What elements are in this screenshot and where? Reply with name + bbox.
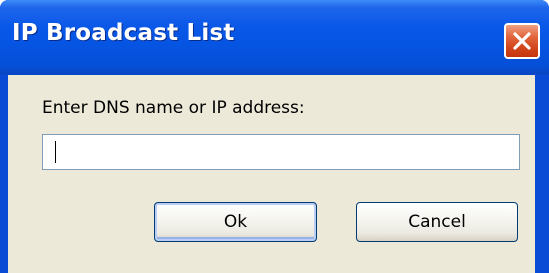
close-button[interactable] [504, 23, 540, 59]
text-caret [55, 141, 56, 163]
prompt-label: Enter DNS name or IP address: [42, 98, 305, 118]
close-x-icon [513, 32, 531, 50]
dialog-body: Enter DNS name or IP address: Ok Cancel [8, 75, 535, 273]
ok-button[interactable]: Ok [154, 202, 317, 242]
address-input[interactable] [42, 134, 520, 170]
cancel-button[interactable]: Cancel [356, 202, 518, 242]
title-bar[interactable]: IP Broadcast List [0, 0, 549, 75]
dialog-window: IP Broadcast List Enter DNS name or IP a… [0, 0, 549, 273]
window-title: IP Broadcast List [12, 20, 235, 46]
